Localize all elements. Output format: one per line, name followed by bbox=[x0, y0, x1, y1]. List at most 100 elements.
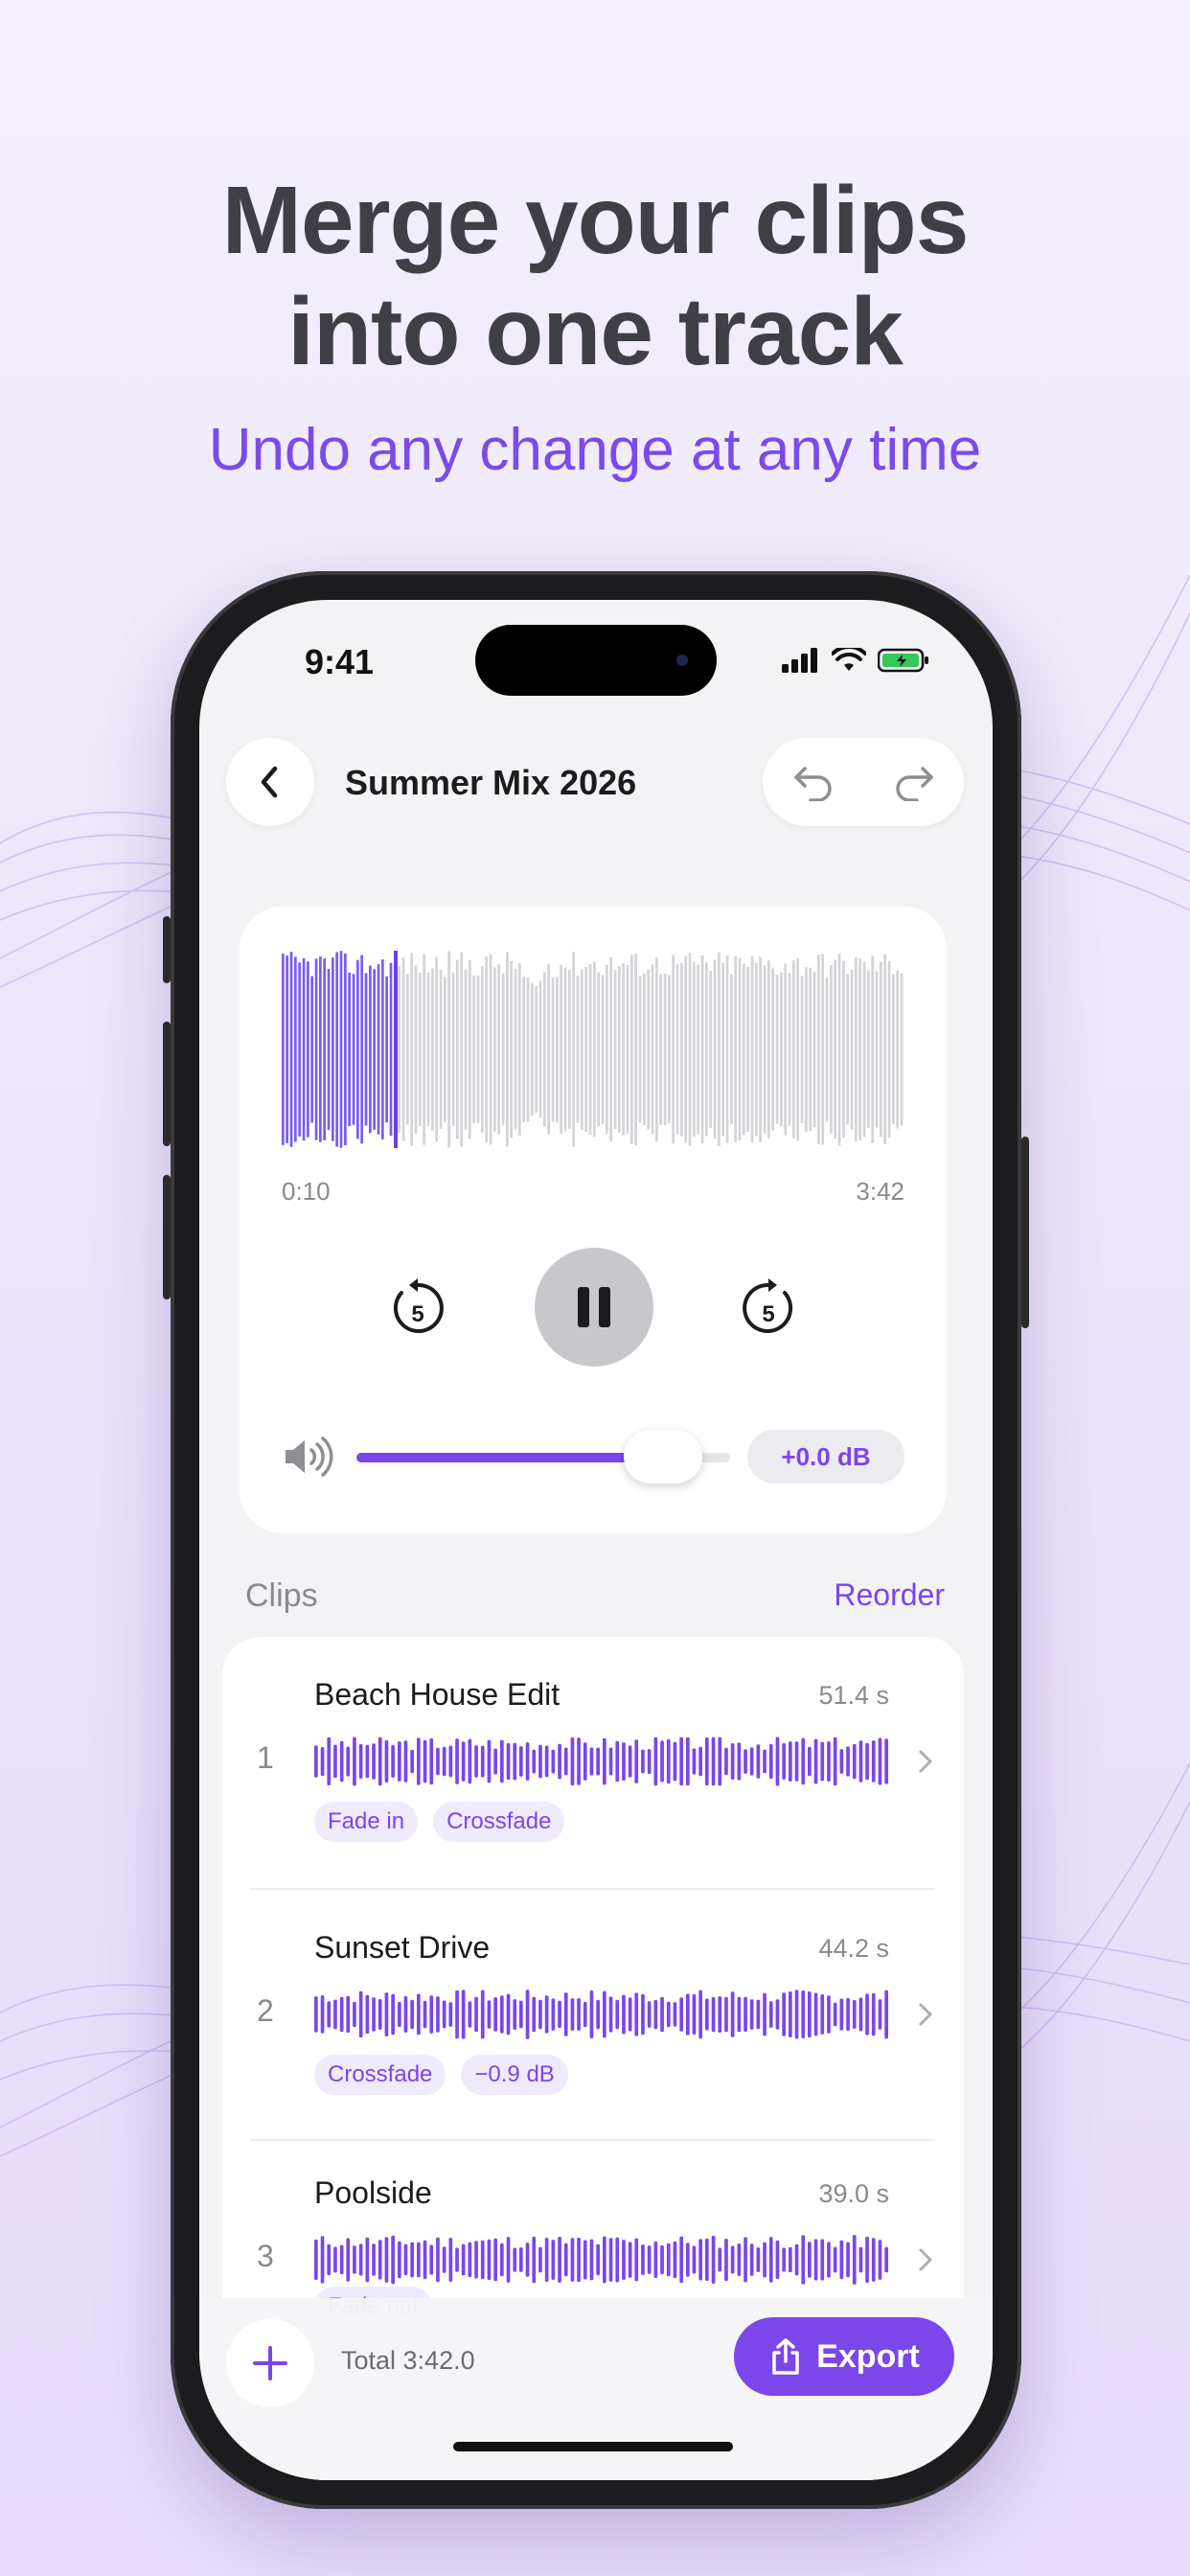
waveform-bar bbox=[518, 963, 521, 1136]
waveform-bar bbox=[775, 2240, 780, 2280]
waveform-bar bbox=[813, 1738, 818, 1784]
export-label: Export bbox=[816, 2337, 920, 2375]
waveform-bar bbox=[468, 2242, 472, 2278]
skip-back-button[interactable]: 5 bbox=[378, 1267, 458, 1347]
waveform-bar bbox=[622, 1742, 626, 1781]
waveform-bar bbox=[468, 1738, 472, 1784]
waveform-bar bbox=[789, 1991, 792, 2037]
clip-tag[interactable]: Fade in bbox=[314, 1802, 419, 1842]
waveform-bar bbox=[606, 964, 608, 1135]
waveform-bar bbox=[641, 2244, 645, 2275]
waveform-bar bbox=[500, 2242, 504, 2277]
waveform-bar bbox=[558, 2237, 561, 2283]
waveform-bar bbox=[842, 960, 845, 1138]
redo-button[interactable] bbox=[876, 744, 952, 820]
waveform-bar bbox=[771, 968, 774, 1131]
clip-duration: 51.4 s bbox=[818, 1681, 889, 1710]
waveform-bar bbox=[730, 2245, 735, 2274]
waveform-bar bbox=[680, 962, 683, 1137]
phone-volume-down bbox=[163, 1175, 171, 1300]
total-duration: Total 3:42.0 bbox=[341, 2346, 475, 2375]
waveform-bar bbox=[628, 1745, 632, 1778]
waveform-bar bbox=[833, 2002, 837, 2027]
waveform-bar bbox=[628, 2242, 632, 2278]
clip-row[interactable]: 1 Beach House Edit 51.4 s Fade in Crossf… bbox=[222, 1637, 964, 1888]
back-button[interactable] bbox=[226, 738, 314, 826]
clip-tag[interactable]: Crossfade bbox=[433, 1802, 565, 1842]
waveform-bar bbox=[839, 1998, 844, 2031]
waveform-bar bbox=[817, 954, 820, 1144]
waveform-bar bbox=[750, 955, 754, 1143]
marketing-subhead: Undo any change at any time bbox=[208, 417, 982, 483]
waveform-bar bbox=[713, 959, 717, 1139]
waveform-bar bbox=[638, 976, 642, 1123]
waveform-bar bbox=[775, 1736, 780, 1786]
waveform-bar bbox=[884, 1990, 888, 2039]
waveform-bar bbox=[692, 1993, 697, 2035]
waveform-bar bbox=[472, 976, 475, 1124]
waveform-bar bbox=[834, 959, 836, 1139]
waveform-bar bbox=[812, 972, 816, 1127]
waveform-bar bbox=[878, 1737, 882, 1785]
clip-tag[interactable]: −0.9 dB bbox=[461, 2055, 568, 2095]
waveform-bar bbox=[846, 1998, 850, 2031]
waveform-bar bbox=[730, 974, 733, 1125]
clip-row[interactable]: 2 Sunset Drive 44.2 s Crossfade −0.9 dB bbox=[222, 1890, 964, 2141]
waveform-bar bbox=[643, 973, 646, 1126]
waveform-bar bbox=[673, 2241, 677, 2279]
waveform-bar bbox=[519, 2000, 523, 2029]
waveform-bar bbox=[583, 2240, 587, 2280]
waveform-bar bbox=[506, 952, 509, 1147]
waveform-bar bbox=[526, 977, 530, 1122]
waveform-bar bbox=[468, 2001, 472, 2028]
waveform-bar bbox=[314, 1745, 318, 1778]
waveform-bar bbox=[358, 1990, 363, 2038]
waveform-bar bbox=[782, 1743, 786, 1780]
export-button[interactable]: Export bbox=[734, 2317, 954, 2396]
waveform-bar bbox=[724, 1747, 728, 1776]
waveform-bar bbox=[737, 1996, 742, 2033]
waveform-bar bbox=[372, 1743, 376, 1780]
add-clip-button[interactable] bbox=[226, 2319, 314, 2407]
volume-slider-fill bbox=[356, 1453, 663, 1462]
waveform-bar bbox=[686, 1736, 690, 1786]
waveform-bar bbox=[500, 1739, 504, 1783]
waveform-bar bbox=[892, 974, 895, 1125]
gain-pill[interactable]: +0.0 dB bbox=[747, 1430, 904, 1484]
waveform-bar bbox=[875, 971, 879, 1128]
waveform-bar bbox=[820, 2239, 825, 2281]
waveform-bar bbox=[801, 1990, 806, 2038]
waveform-bar bbox=[519, 2247, 523, 2272]
waveform-bar bbox=[850, 969, 854, 1130]
phone-action-button bbox=[163, 916, 171, 983]
waveform-bar bbox=[794, 1990, 799, 2039]
waveform-bar bbox=[429, 1737, 434, 1785]
playhead[interactable] bbox=[394, 951, 398, 1148]
waveform-bar bbox=[419, 973, 422, 1126]
waveform-bar bbox=[570, 1998, 575, 2031]
waveform-bar bbox=[730, 1991, 735, 2037]
waveform-bar bbox=[584, 967, 587, 1133]
waveform-bar bbox=[675, 964, 679, 1135]
waveform-bar bbox=[693, 962, 696, 1137]
waveform-bar bbox=[827, 1995, 831, 2034]
waveform-bar bbox=[744, 1996, 747, 2033]
waveform-bar bbox=[858, 958, 861, 1140]
waveform-bar bbox=[493, 2238, 497, 2282]
pause-button[interactable] bbox=[535, 1248, 653, 1367]
waveform-bar bbox=[423, 2000, 427, 2029]
waveform-bar bbox=[346, 2238, 351, 2282]
undo-button[interactable] bbox=[775, 744, 852, 820]
volume-icon[interactable] bbox=[280, 1430, 333, 1484]
waveform-bar bbox=[880, 961, 882, 1138]
reorder-button[interactable]: Reorder bbox=[834, 1577, 945, 1613]
waveform-bar bbox=[900, 973, 904, 1126]
phone-frame: 9:41 Summer Mix 2026 0:10 3:42 5 5 +0.0 … bbox=[163, 571, 1029, 2509]
waveform-bar bbox=[808, 2242, 812, 2278]
waveform-bar bbox=[808, 1746, 812, 1777]
clip-tag[interactable]: Crossfade bbox=[314, 2055, 446, 2095]
waveform-bar bbox=[763, 2242, 767, 2278]
main-waveform[interactable] bbox=[282, 951, 904, 1148]
skip-forward-button[interactable]: 5 bbox=[728, 1267, 809, 1347]
volume-slider-knob[interactable] bbox=[624, 1430, 702, 1484]
